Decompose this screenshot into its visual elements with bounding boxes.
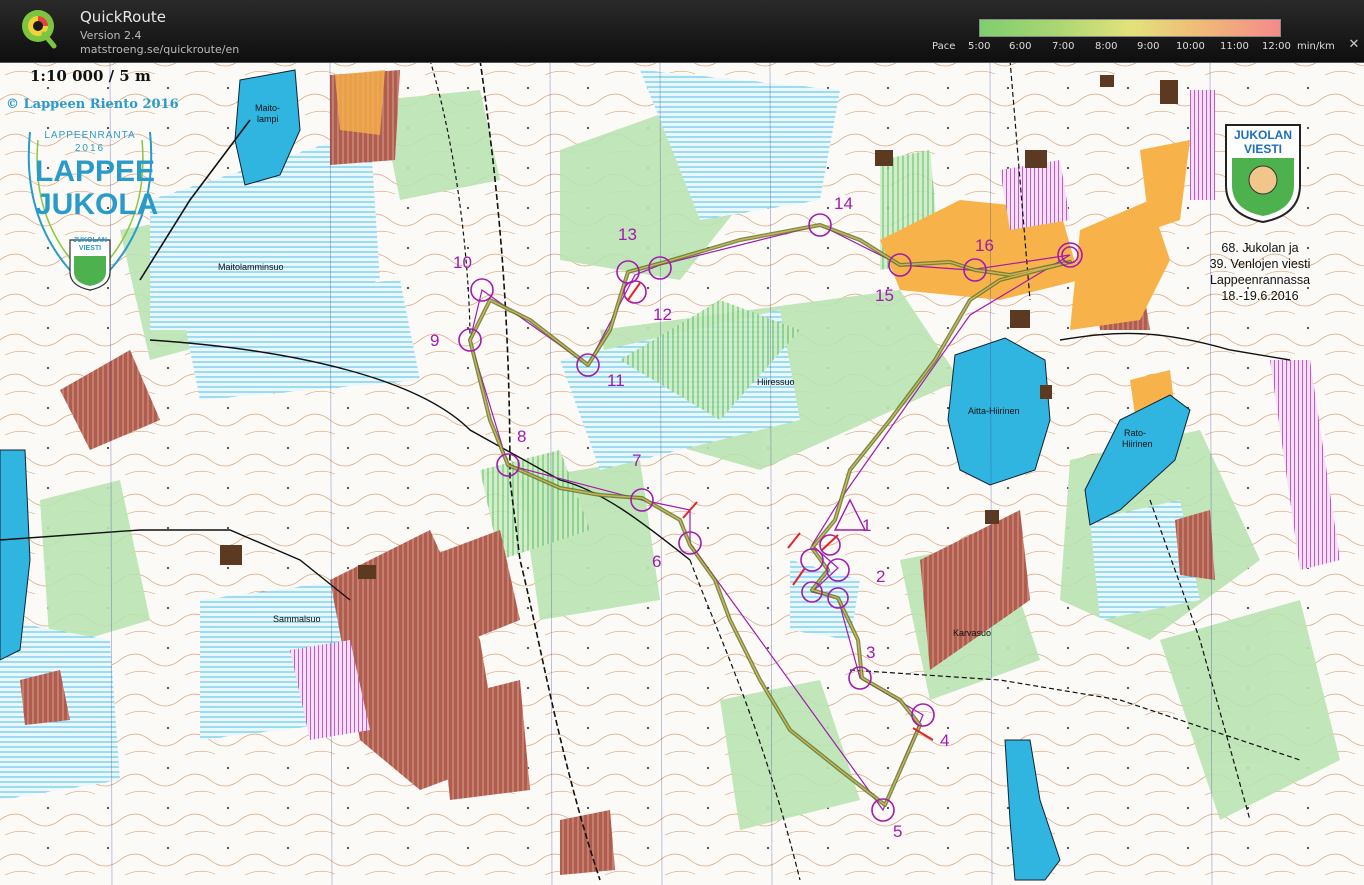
logo-year: 2016 bbox=[74, 143, 106, 154]
control-number-3: 3 bbox=[866, 643, 876, 662]
close-icon[interactable]: ✕ bbox=[1348, 38, 1360, 52]
control-number-2: 2 bbox=[876, 567, 886, 586]
logo-badge-line1: JUKOLAN bbox=[73, 237, 107, 244]
orienteering-map[interactable] bbox=[0, 63, 1364, 885]
control-number-13: 13 bbox=[618, 225, 637, 244]
pace-unit: min/km bbox=[1297, 41, 1335, 52]
logo-badge-line2: VIESTI bbox=[78, 245, 102, 252]
pace-tick: 12:00 bbox=[1262, 41, 1291, 52]
map-scale: 1:10 000 / 5 m bbox=[30, 67, 151, 85]
pace-tick: 8:00 bbox=[1095, 41, 1118, 52]
map-copyright: © Lappeen Riento 2016 bbox=[6, 97, 179, 112]
event-line: 18.-19.6.2016 bbox=[1221, 289, 1299, 303]
event-line: 39. Venlojen viesti bbox=[1209, 257, 1311, 271]
event-info: 68. Jukolan ja 39. Venlojen viesti Lappe… bbox=[1186, 240, 1334, 304]
pace-tick: 5:00 bbox=[968, 41, 991, 52]
place-sammalsuo: Sammalsuo bbox=[273, 614, 321, 624]
app-url-link[interactable]: matstroeng.se/quickroute/en bbox=[80, 43, 239, 56]
place-aitta-hiirinen: Aitta-Hiirinen bbox=[968, 406, 1020, 416]
logo-line1: LAPPEE bbox=[35, 155, 156, 188]
pace-label: Pace bbox=[932, 41, 956, 52]
control-number-9: 9 bbox=[430, 331, 440, 350]
control-number-7: 7 bbox=[632, 451, 642, 470]
pace-tick: 7:00 bbox=[1052, 41, 1075, 52]
control-number-16: 16 bbox=[975, 236, 994, 255]
place-hiiressuo: Hiiressuo bbox=[757, 377, 795, 387]
control-number-12: 12 bbox=[653, 305, 672, 324]
quickroute-logo-icon bbox=[18, 6, 62, 50]
pace-tick: 9:00 bbox=[1137, 41, 1160, 52]
control-number-1: 1 bbox=[862, 516, 872, 535]
place-rato-2: Hiirinen bbox=[1122, 439, 1153, 449]
badge-text-line2: VIESTI bbox=[1243, 142, 1282, 156]
logo-top-text: LAPPEENRANTA bbox=[44, 130, 136, 141]
app-toolbar: QuickRoute Version 2.4 matstroeng.se/qui… bbox=[0, 0, 1364, 63]
pace-tick: 11:00 bbox=[1220, 41, 1249, 52]
control-number-4: 4 bbox=[940, 731, 950, 750]
control-number-6: 6 bbox=[652, 552, 662, 571]
control-number-11: 11 bbox=[607, 371, 625, 390]
control-number-10: 10 bbox=[453, 253, 472, 272]
pace-tick: 6:00 bbox=[1009, 41, 1032, 52]
place-maitolamminsuo: Maitolamminsuo bbox=[218, 262, 284, 272]
control-number-8: 8 bbox=[517, 427, 527, 446]
badge-text-line1: JUKOLAN bbox=[1233, 128, 1292, 142]
control-number-15: 15 bbox=[875, 286, 894, 305]
event-line: Lappeenrannassa bbox=[1209, 273, 1311, 287]
logo-line2: JUKOLA bbox=[35, 188, 159, 221]
control-number-14: 14 bbox=[834, 194, 853, 213]
map-canvas bbox=[0, 63, 1364, 885]
place-maitolampi-2: lampi bbox=[257, 114, 279, 124]
app-title: QuickRoute bbox=[80, 8, 166, 26]
control-number-5: 5 bbox=[893, 822, 903, 841]
pace-color-scale bbox=[979, 19, 1281, 37]
place-karvasuo: Karvasuo bbox=[953, 628, 992, 638]
place-rato-1: Rato- bbox=[1124, 428, 1147, 438]
app-version: Version 2.4 bbox=[80, 29, 142, 42]
event-line: 68. Jukolan ja bbox=[1221, 241, 1299, 255]
place-maitolampi-1: Maito- bbox=[255, 103, 281, 113]
pace-tick: 10:00 bbox=[1176, 41, 1205, 52]
